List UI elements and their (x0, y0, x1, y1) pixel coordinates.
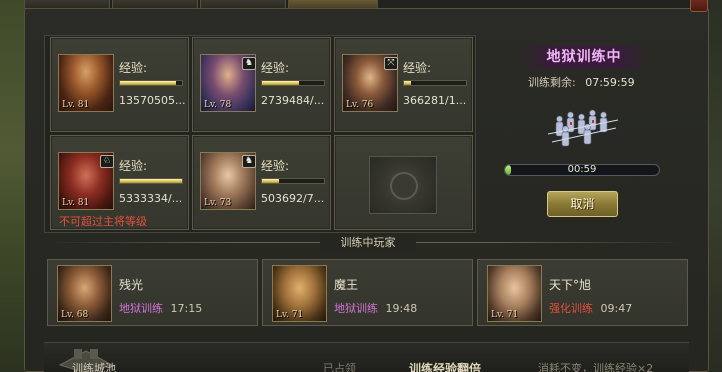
remaining-label: 训练剩余: (528, 76, 576, 89)
exp-label: 经验: (261, 61, 290, 75)
exp-bar (403, 80, 467, 86)
player-name: 天下°旭 (549, 278, 592, 292)
training-slot-empty[interactable] (334, 135, 473, 230)
player-status: 地狱训练 17:15 (119, 300, 202, 316)
exp-label: 经验: (119, 61, 148, 75)
training-time: 17:15 (170, 302, 203, 315)
level-label: Lv. 81 (62, 100, 90, 110)
exp-bar-fill (120, 81, 176, 85)
cancel-button[interactable]: 取消 (547, 191, 618, 217)
level-label: Lv. 68 (61, 310, 89, 320)
training-time: 19:48 (385, 302, 418, 315)
general-portrait: Lv. 81 (58, 54, 114, 112)
exp-bar (261, 178, 325, 184)
exp-label: 经验: (403, 61, 432, 75)
training-type: 地狱训练 (334, 302, 378, 315)
bow-icon: ⤧ (384, 57, 398, 70)
background-left (0, 0, 24, 372)
player-card[interactable]: Lv. 71 天下°旭 强化训练 09:47 (477, 259, 688, 326)
level-label: Lv. 76 (346, 100, 374, 110)
horse-icon: ♞ (242, 57, 256, 70)
footer-bar: 训练城池 已占领 训练经验翻倍 消耗不变，训练经验×2 (44, 342, 689, 372)
player-portrait: Lv. 71 (272, 265, 327, 322)
exp-value: 503692/7... (261, 192, 325, 205)
castle-label: 训练城池 (72, 362, 116, 372)
player-status: 地狱训练 19:48 (334, 300, 417, 316)
player-status: 强化训练 09:47 (549, 300, 632, 316)
training-slot-3[interactable]: Lv. 76 ⤧ 经验: 366281/1... (334, 37, 473, 132)
training-progress-text: 00:59 (567, 164, 597, 175)
level-label: Lv. 78 (204, 100, 232, 110)
training-slots-panel: Lv. 81 经验: 13570505... Lv. 78 ♞ 经验: 2739… (44, 35, 476, 233)
tab-2[interactable] (112, 0, 198, 9)
level-label: Lv. 71 (491, 310, 519, 320)
double-exp-note: 消耗不变，训练经验×2 (538, 362, 654, 372)
tab-3[interactable] (200, 0, 286, 9)
tab-training[interactable] (288, 0, 378, 9)
player-name: 残光 (119, 278, 144, 292)
exp-value: 13570505... (119, 94, 186, 107)
exp-value: 366281/1... (403, 94, 467, 107)
exp-bar-fill (262, 179, 280, 183)
level-label: Lv. 71 (276, 310, 304, 320)
exp-bar (119, 178, 183, 184)
double-exp-label: 训练经验翻倍 (409, 362, 482, 372)
training-type: 强化训练 (549, 302, 593, 315)
training-time: 09:47 (600, 302, 633, 315)
level-label: Lv. 73 (204, 198, 232, 208)
exp-bar (261, 80, 325, 86)
exp-value: 5333334/... (119, 192, 183, 205)
training-remaining: 训练剩余: 07:59:59 (528, 74, 635, 90)
exp-value: 2739484/... (261, 94, 325, 107)
player-portrait: Lv. 68 (57, 265, 112, 322)
cavalry-icon: ♘ (100, 155, 114, 168)
exp-bar (119, 80, 183, 86)
training-slot-5[interactable]: Lv. 73 ♞ 经验: 503692/7... (192, 135, 331, 230)
training-slot-2[interactable]: Lv. 78 ♞ 经验: 2739484/... (192, 37, 331, 132)
level-label: Lv. 81 (62, 198, 90, 208)
horse-icon: ♞ (242, 155, 256, 168)
training-slot-4[interactable]: Lv. 81 ♘ 经验: 5333334/... 不可超过主将等级 (50, 135, 189, 230)
exp-bar-fill (404, 81, 412, 85)
player-card[interactable]: Lv. 71 魔王 地狱训练 19:48 (262, 259, 473, 326)
training-slot-1[interactable]: Lv. 81 经验: 13570505... (50, 37, 189, 132)
tab-1[interactable] (24, 0, 110, 9)
training-type: 地狱训练 (119, 302, 163, 315)
occupied-label: 已占领 (323, 362, 356, 372)
tab-bar (24, 0, 709, 9)
soldiers-icon (547, 109, 619, 147)
close-button[interactable] (690, 0, 708, 12)
remaining-time: 07:59:59 (585, 76, 635, 89)
section-title: 训练中玩家 (320, 234, 416, 251)
exp-label: 经验: (119, 159, 148, 173)
level-cap-warning: 不可超过主将等级 (59, 215, 147, 228)
exp-label: 经验: (261, 159, 290, 173)
training-title: 地狱训练中 (522, 46, 646, 68)
exp-bar-fill (120, 179, 182, 183)
exp-bar-fill (262, 81, 300, 85)
training-progress-bar: 00:59 (504, 164, 660, 176)
empty-slot-icon (369, 156, 437, 214)
player-card[interactable]: Lv. 68 残光 地狱训练 17:15 (47, 259, 258, 326)
player-portrait: Lv. 71 (487, 265, 542, 322)
player-name: 魔王 (334, 278, 359, 292)
